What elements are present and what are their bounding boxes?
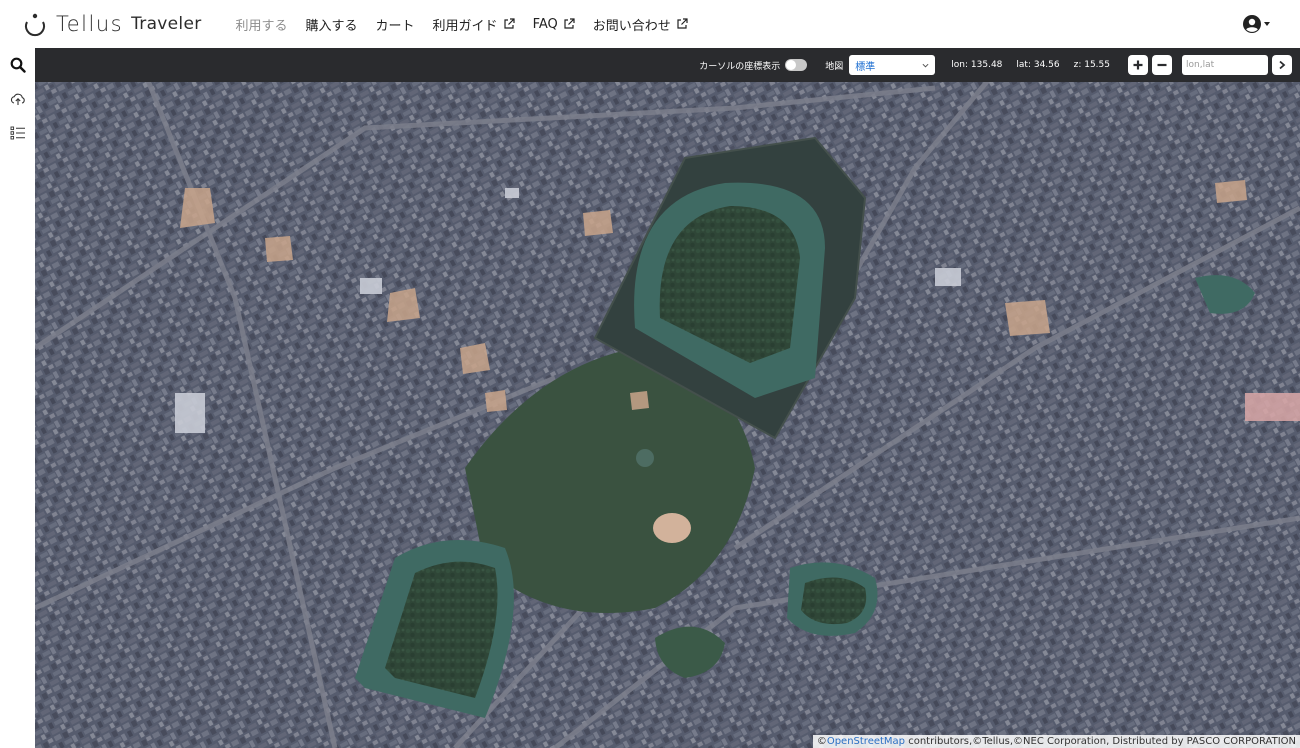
zoom-readout: z: 15.55	[1073, 60, 1110, 70]
tellus-logo-icon	[25, 13, 45, 37]
nav-item-faq[interactable]: FAQ	[533, 17, 575, 32]
zoom-in-button[interactable]	[1128, 55, 1148, 75]
nav-item-label: 利用する	[235, 18, 288, 34]
brand-subtitle: Traveler	[131, 14, 202, 34]
list-icon	[10, 126, 25, 140]
nav-item-label: お問い合わせ	[592, 18, 671, 34]
top-navbar: Tellus Traveler 利用する 購入する カート 利用ガイド FAQ …	[0, 0, 1300, 48]
map-type-value: 標準	[855, 61, 876, 73]
nav-item-use[interactable]: 利用する	[236, 15, 288, 34]
cursor-coords-label: カーソルの座標表示	[699, 61, 781, 72]
map-type-select[interactable]: 標準	[849, 55, 936, 75]
map-type-label: 地図	[825, 61, 844, 72]
account-menu[interactable]	[1242, 14, 1270, 34]
brand-logo[interactable]: Tellus Traveler	[22, 11, 202, 37]
nav-item-label: FAQ	[532, 16, 558, 32]
chevron-right-icon	[1279, 60, 1286, 70]
attribution-prefix: ©	[816, 736, 827, 747]
lat-readout: lat: 34.56	[1016, 60, 1060, 70]
osm-link[interactable]: OpenStreetMap	[827, 736, 905, 747]
chevron-down-icon	[922, 63, 929, 68]
nav-item-purchase[interactable]: 購入する	[306, 15, 358, 34]
map-attribution: ©OpenStreetMap contributors,©Tellus,©NEC…	[812, 735, 1300, 748]
zoom-out-button[interactable]	[1152, 55, 1172, 75]
nav-item-cart[interactable]: カート	[376, 15, 415, 34]
go-to-coordinates-button[interactable]	[1272, 55, 1292, 75]
nav-item-label: カート	[375, 18, 415, 34]
satellite-imagery[interactable]	[35, 48, 1300, 748]
attribution-text: contributors,©Tellus,©NEC Corporation, D…	[905, 736, 1296, 747]
external-link-icon	[503, 18, 515, 29]
external-link-icon	[677, 18, 688, 29]
search-icon	[10, 57, 26, 73]
upload-button[interactable]	[0, 82, 35, 116]
nav-item-label: 利用ガイド	[432, 18, 498, 34]
lonlat-search-input[interactable]	[1182, 55, 1268, 75]
chevron-down-icon	[1264, 22, 1270, 26]
brand-name: Tellus	[56, 12, 124, 36]
nav-item-label: 購入する	[305, 18, 358, 34]
map-toolbar: カーソルの座標表示 地図 標準 lon: 135.48 lat: 34.56 z…	[35, 48, 1300, 82]
cloud-upload-icon	[10, 93, 25, 105]
left-tool-rail	[0, 48, 35, 748]
nav-item-contact[interactable]: お問い合わせ	[593, 15, 688, 34]
layer-list-button[interactable]	[0, 116, 35, 150]
nav-item-guide[interactable]: 利用ガイド	[433, 15, 515, 34]
plus-icon	[1133, 60, 1143, 70]
lon-readout: lon: 135.48	[951, 60, 1003, 70]
cursor-coords-toggle[interactable]	[785, 59, 808, 71]
external-link-icon	[564, 18, 575, 29]
main-nav: 利用する 購入する カート 利用ガイド FAQ お問い合わせ	[236, 15, 706, 34]
satellite-map[interactable]: カーソルの座標表示 地図 標準 lon: 135.48 lat: 34.56 z…	[35, 48, 1300, 748]
user-circle-icon	[1243, 15, 1261, 33]
search-button[interactable]	[0, 48, 35, 82]
minus-icon	[1157, 63, 1167, 67]
